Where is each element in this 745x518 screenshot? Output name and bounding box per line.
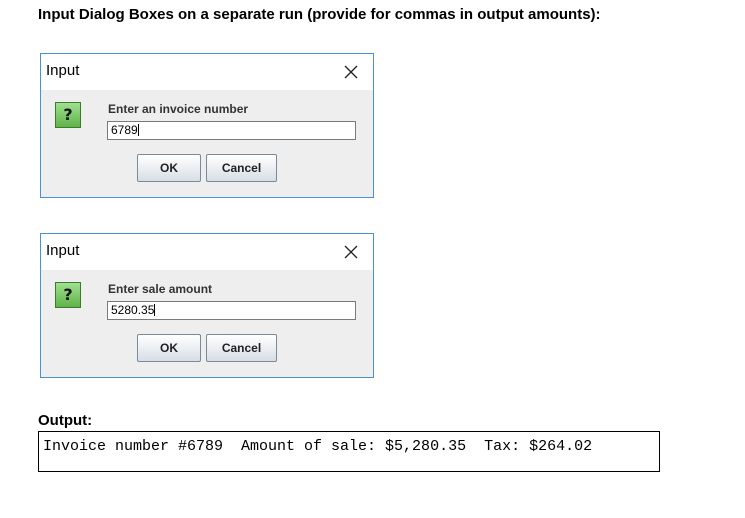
dialog-prompt: Enter an invoice number: [108, 102, 249, 116]
invoice-input-dialog: Input ? Enter an invoice number 6789 OK …: [40, 53, 374, 198]
close-icon: [344, 245, 358, 259]
question-icon: ?: [55, 282, 81, 308]
page-heading: Input Dialog Boxes on a separate run (pr…: [38, 6, 601, 23]
text-caret: [154, 304, 156, 316]
dialog-title: Input: [46, 242, 80, 259]
invoice-number-input[interactable]: 6789: [107, 121, 356, 140]
text-caret: [137, 124, 139, 136]
output-label: Output:: [38, 412, 93, 429]
close-button[interactable]: [339, 240, 363, 264]
close-button[interactable]: [339, 60, 363, 84]
cancel-button[interactable]: Cancel: [206, 334, 277, 362]
question-icon: ?: [55, 102, 81, 128]
input-value: 5280.35: [111, 303, 155, 317]
dialog-title: Input: [46, 62, 80, 79]
dialog-titlebar: Input: [41, 54, 373, 90]
dialog-titlebar: Input: [41, 234, 373, 270]
ok-button[interactable]: OK: [137, 154, 201, 182]
input-value: 6789: [111, 123, 138, 137]
sale-amount-input[interactable]: 5280.35: [107, 301, 356, 320]
output-console: Invoice number #6789 Amount of sale: $5,…: [38, 431, 660, 472]
sale-amount-input-dialog: Input ? Enter sale amount 5280.35 OK Can…: [40, 233, 374, 378]
ok-button[interactable]: OK: [137, 334, 201, 362]
cancel-button[interactable]: Cancel: [206, 154, 277, 182]
dialog-prompt: Enter sale amount: [108, 282, 213, 296]
close-icon: [344, 65, 358, 79]
